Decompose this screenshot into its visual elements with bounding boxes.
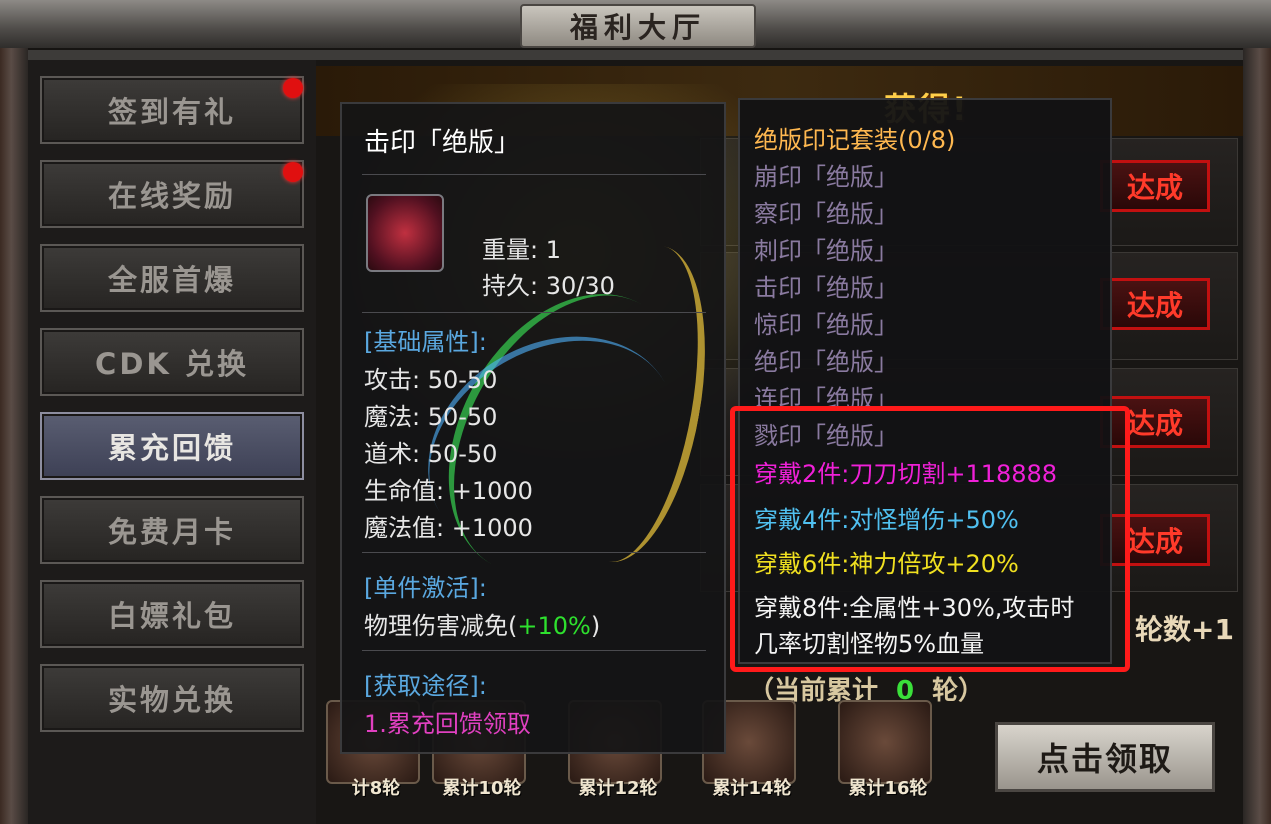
- stat-magic: 魔法: 50-50: [364, 403, 498, 431]
- divider: [362, 650, 706, 651]
- set-item: 惊印「绝版」: [754, 311, 898, 339]
- claim-label: 点击领取: [1036, 740, 1173, 778]
- sidebar-item-label: CDK 兑换: [95, 347, 249, 381]
- sidebar-item-physical-exchange[interactable]: 实物兑换: [40, 664, 304, 732]
- single-activation-header: [单件激活]:: [364, 574, 487, 602]
- reach-label: 达成: [1126, 407, 1183, 440]
- sidebar-item-monthly-card[interactable]: 免费月卡: [40, 496, 304, 564]
- stat-attack: 攻击: 50-50: [364, 366, 498, 394]
- title-plaque: 福利大厅: [520, 4, 756, 48]
- reward-slot[interactable]: 累计16轮: [828, 700, 948, 810]
- reach-button[interactable]: 达成: [1100, 160, 1210, 212]
- item-icon: [366, 194, 444, 272]
- sidebar-item-cdk[interactable]: CDK 兑换: [40, 328, 304, 396]
- sidebar-item-label: 白嫖礼包: [107, 599, 236, 633]
- divider: [362, 312, 706, 313]
- sidebar-item-free-pack[interactable]: 白嫖礼包: [40, 580, 304, 648]
- reward-item-icon: [838, 700, 932, 784]
- reward-label: 累计14轮: [712, 778, 792, 799]
- divider: [362, 552, 706, 553]
- item-tooltip: 击印「绝版」 重量: 1 持久: 30/30 [基础属性]: 攻击: 50-50…: [340, 102, 726, 754]
- reach-label: 达成: [1126, 525, 1183, 558]
- sidebar-item-label: 实物兑换: [107, 683, 236, 717]
- sidebar-item-first-drop[interactable]: 全服首爆: [40, 244, 304, 312]
- single-activation-effect: 物理伤害减免(+10%): [364, 606, 600, 641]
- highlight-box: [730, 406, 1130, 672]
- sidebar-item-label: 免费月卡: [107, 515, 236, 549]
- stat-mp: 魔法值: +1000: [364, 514, 533, 542]
- left-dragon-ornament: [0, 48, 28, 824]
- set-item: 绝印「绝版」: [754, 348, 898, 376]
- sidebar-item-label: 签到有礼: [107, 95, 236, 129]
- sidebar-item-label: 累充回馈: [107, 431, 236, 465]
- rounds-bonus-text: 轮数+1: [1135, 613, 1234, 646]
- window-title: 福利大厅: [569, 11, 706, 44]
- item-weight: 重量: 1: [482, 236, 561, 264]
- effect-value: +10%: [517, 612, 591, 640]
- set-item: 击印「绝版」: [754, 274, 898, 302]
- divider: [362, 174, 706, 175]
- set-item: 崩印「绝版」: [754, 163, 898, 191]
- source-text: 1.累充回馈领取: [364, 710, 531, 738]
- notification-dot: [283, 78, 303, 98]
- reach-button[interactable]: 达成: [1100, 278, 1210, 330]
- set-item: 察印「绝版」: [754, 200, 898, 228]
- sidebar-item-recharge-reward[interactable]: 累充回馈: [40, 412, 304, 480]
- item-durability: 持久: 30/30: [482, 272, 615, 300]
- notification-dot: [283, 162, 303, 182]
- base-attributes-header: [基础属性]:: [364, 328, 487, 356]
- effect-close: ): [590, 612, 601, 640]
- set-title: 绝版印记套装(0/8): [754, 126, 956, 154]
- stat-hp: 生命值: +1000: [364, 477, 533, 505]
- reach-label: 达成: [1126, 171, 1183, 204]
- reward-label: 累计10轮: [442, 778, 522, 799]
- right-dragon-ornament: [1243, 48, 1271, 824]
- reward-label: 累计16轮: [848, 778, 928, 799]
- sidebar-item-signin[interactable]: 签到有礼: [40, 76, 304, 144]
- sidebar-item-label: 全服首爆: [107, 263, 236, 297]
- item-name: 击印「绝版」: [364, 128, 521, 158]
- source-header: [获取途径]:: [364, 672, 487, 700]
- stat-taoism: 道术: 50-50: [364, 440, 498, 468]
- effect-text: 物理伤害减免(: [364, 612, 518, 640]
- set-item: 刺印「绝版」: [754, 237, 898, 265]
- reward-label: 累计12轮: [578, 778, 658, 799]
- sidebar-item-online-reward[interactable]: 在线奖励: [40, 160, 304, 228]
- claim-button[interactable]: 点击领取: [995, 722, 1215, 792]
- reward-label: 计8轮: [351, 778, 401, 799]
- sidebar-item-label: 在线奖励: [107, 179, 236, 213]
- reach-label: 达成: [1126, 289, 1183, 322]
- title-bar: 福利大厅: [0, 0, 1271, 50]
